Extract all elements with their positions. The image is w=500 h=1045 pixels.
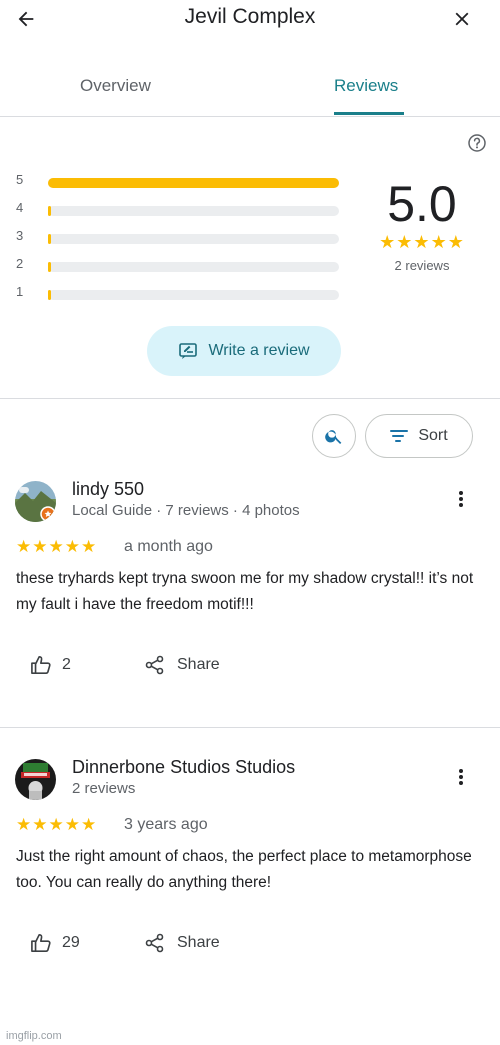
help-icon[interactable] bbox=[467, 133, 487, 153]
distribution-bar-fill bbox=[48, 178, 339, 188]
reviewer-avatar[interactable] bbox=[15, 759, 56, 800]
share-label: Share bbox=[177, 934, 220, 951]
share-icon bbox=[145, 933, 164, 953]
write-review-button[interactable]: Write a review bbox=[147, 326, 341, 376]
more-options-button[interactable] bbox=[450, 486, 472, 512]
share-button[interactable]: Share bbox=[145, 653, 220, 677]
star-level-label: 4 bbox=[16, 200, 24, 215]
distribution-bar-fill bbox=[48, 206, 51, 216]
review-stars: ★★★★★ bbox=[16, 815, 98, 834]
average-rating-stars: ★★★★★ bbox=[379, 232, 465, 252]
rating-distribution: 5 4 3 2 1 bbox=[16, 170, 346, 310]
distribution-row: 2 bbox=[16, 254, 346, 282]
distribution-bar-fill bbox=[48, 290, 51, 300]
tab-reviews[interactable]: Reviews bbox=[334, 76, 398, 96]
sort-lines-icon bbox=[390, 430, 409, 442]
page-title: Jevil Complex bbox=[184, 5, 316, 28]
star-level-label: 5 bbox=[16, 172, 24, 187]
like-button[interactable]: 2 bbox=[30, 653, 71, 677]
share-label: Share bbox=[177, 656, 220, 673]
thumbs-up-icon bbox=[31, 656, 51, 674]
header: Jevil Complex bbox=[0, 0, 500, 40]
section-divider bbox=[0, 398, 500, 399]
star-level-label: 1 bbox=[16, 284, 24, 299]
review-text: Just the right amount of chaos, the perf… bbox=[16, 848, 472, 891]
distribution-bar-fill bbox=[48, 262, 51, 272]
reviewer-meta: Local Guide · 7 reviews · 4 photos bbox=[72, 502, 300, 519]
star-level-label: 3 bbox=[16, 228, 24, 243]
review-text: these tryhards kept tryna swoon me for m… bbox=[16, 570, 474, 613]
share-button[interactable]: Share bbox=[145, 931, 220, 955]
sort-button[interactable]: Sort bbox=[365, 414, 473, 458]
distribution-bar-fill bbox=[48, 234, 51, 244]
distribution-bar-track bbox=[48, 206, 339, 216]
thumbs-up-icon bbox=[31, 934, 51, 952]
distribution-bar-track bbox=[48, 262, 339, 272]
distribution-row: 5 bbox=[16, 170, 346, 198]
distribution-row: 1 bbox=[16, 282, 346, 310]
reviewer-name[interactable]: lindy 550 bbox=[72, 479, 144, 500]
tab-bar: Overview Reviews bbox=[0, 70, 500, 117]
review-time: a month ago bbox=[124, 538, 213, 555]
search-reviews-button[interactable] bbox=[312, 414, 356, 458]
distribution-bar-track bbox=[48, 234, 339, 244]
active-tab-indicator bbox=[334, 112, 404, 115]
reviewer-avatar[interactable] bbox=[15, 481, 56, 522]
more-vert-icon bbox=[459, 769, 463, 785]
distribution-bar-track bbox=[48, 178, 339, 188]
tab-overview[interactable]: Overview bbox=[80, 76, 151, 96]
more-options-button[interactable] bbox=[450, 764, 472, 790]
distribution-row: 3 bbox=[16, 226, 346, 254]
review-count[interactable]: 2 reviews bbox=[372, 258, 472, 273]
distribution-bar-track bbox=[48, 290, 339, 300]
average-rating: 5.0 bbox=[387, 176, 457, 232]
close-button[interactable] bbox=[446, 5, 478, 33]
distribution-row: 4 bbox=[16, 198, 346, 226]
write-review-icon bbox=[179, 343, 198, 359]
reviewer-meta: 2 reviews bbox=[72, 780, 136, 797]
share-icon bbox=[145, 655, 164, 675]
close-icon bbox=[455, 12, 469, 26]
review-divider bbox=[0, 727, 500, 728]
watermark: imgflip.com bbox=[6, 1030, 62, 1042]
like-count: 2 bbox=[62, 656, 71, 673]
write-review-label: Write a review bbox=[208, 342, 310, 359]
like-button[interactable]: 29 bbox=[30, 931, 80, 955]
reviewer-name[interactable]: Dinnerbone Studios Studios bbox=[72, 757, 295, 778]
review-time: 3 years ago bbox=[124, 816, 208, 833]
like-count: 29 bbox=[62, 934, 80, 951]
review-stars: ★★★★★ bbox=[16, 537, 98, 556]
sort-label: Sort bbox=[418, 427, 448, 444]
search-icon bbox=[325, 430, 342, 444]
more-vert-icon bbox=[459, 491, 463, 507]
star-level-label: 2 bbox=[16, 256, 24, 271]
